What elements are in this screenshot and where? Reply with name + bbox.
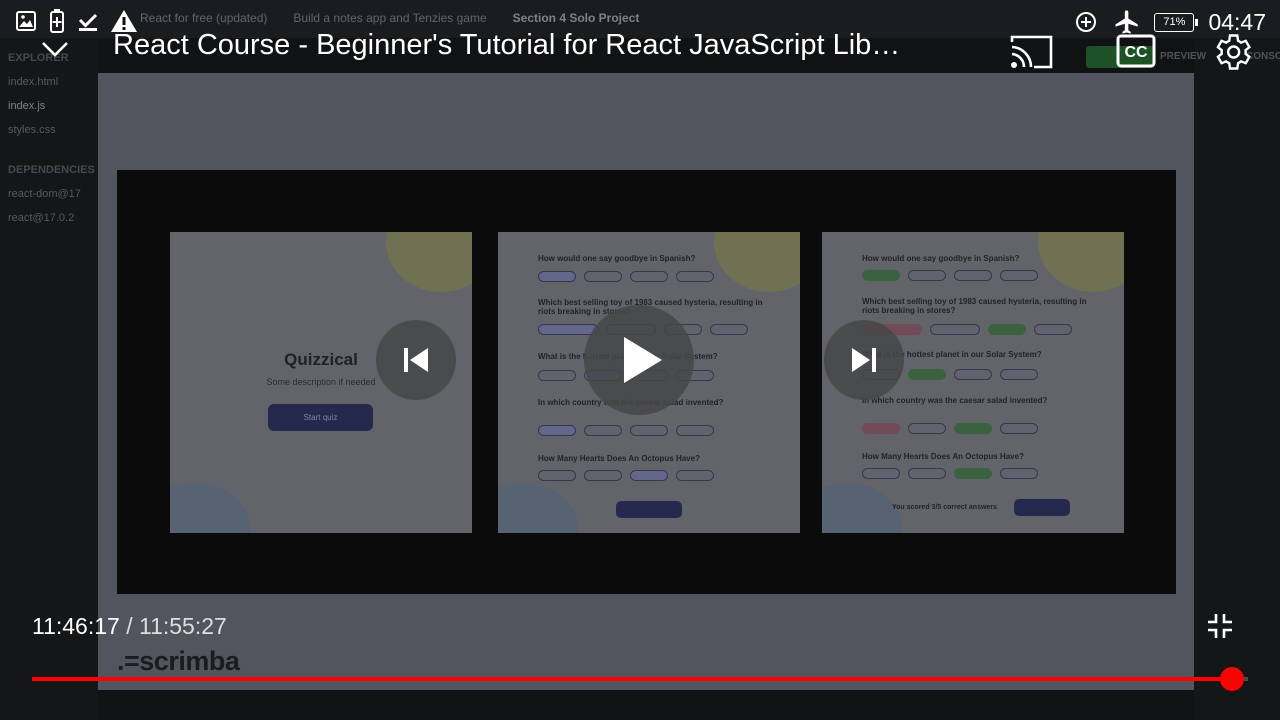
download-done-icon bbox=[78, 13, 98, 31]
skip-next-icon bbox=[852, 348, 876, 372]
battery-charging-icon bbox=[50, 9, 64, 33]
seek-scrubber[interactable] bbox=[1220, 667, 1245, 691]
settings-gear-icon[interactable] bbox=[1210, 30, 1254, 74]
seek-bar[interactable] bbox=[32, 677, 1248, 681]
battery-indicator: 71% bbox=[1154, 12, 1199, 32]
seek-bar-played bbox=[32, 677, 1233, 681]
time-display: 11:46:17 / 11:55:27 bbox=[32, 613, 227, 640]
player-stage[interactable]: React for free (updated) Build a notes a… bbox=[0, 0, 1280, 720]
svg-text:CC: CC bbox=[1124, 44, 1148, 61]
next-video-button[interactable] bbox=[824, 320, 904, 400]
previous-video-button[interactable] bbox=[376, 320, 456, 400]
time-separator: / bbox=[119, 613, 139, 639]
airplane-mode-icon bbox=[1115, 10, 1139, 34]
cast-icon[interactable] bbox=[1010, 34, 1054, 70]
minimize-chevron-icon[interactable] bbox=[40, 38, 70, 60]
duration: 11:55:27 bbox=[139, 613, 227, 639]
exit-fullscreen-icon[interactable] bbox=[1206, 612, 1234, 640]
closed-captions-icon[interactable]: CC bbox=[1116, 34, 1156, 68]
data-saver-icon bbox=[1076, 12, 1097, 32]
video-title: React Course - Beginner's Tutorial for R… bbox=[113, 29, 901, 61]
current-time: 11:46:17 bbox=[32, 613, 120, 639]
image-icon bbox=[16, 11, 36, 31]
play-button[interactable] bbox=[584, 305, 694, 415]
skip-previous-icon bbox=[404, 348, 428, 372]
play-icon bbox=[624, 337, 662, 383]
